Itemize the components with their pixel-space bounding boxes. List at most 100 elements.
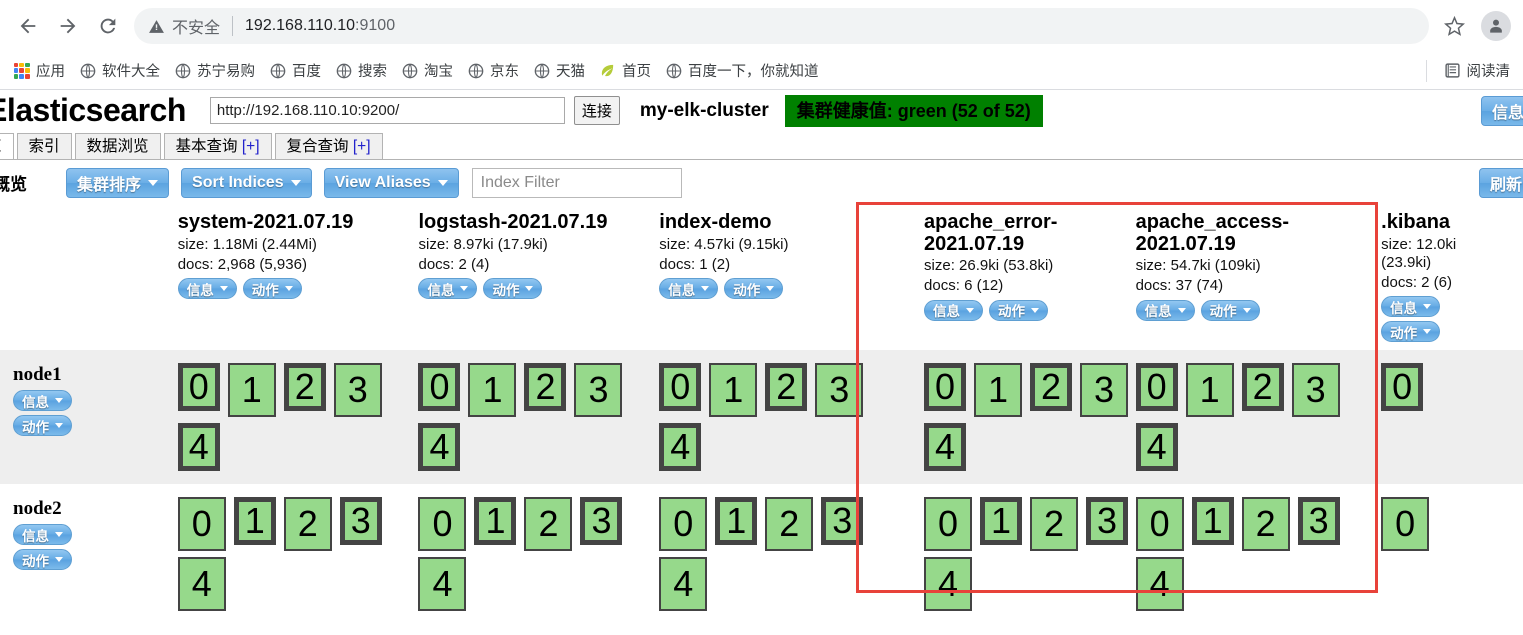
bookmark-item[interactable]: 京东	[460, 56, 526, 85]
index-docs: docs: 2,968 (5,936)	[177, 255, 307, 273]
shard-box[interactable]: 2	[1030, 497, 1079, 552]
bookmark-item[interactable]: 首页	[592, 56, 658, 85]
shard-box[interactable]: 0	[1135, 363, 1178, 412]
index-filter-input[interactable]	[471, 167, 682, 198]
shard-box[interactable]: 4	[1135, 557, 1184, 612]
reading-list-button[interactable]: 阅读清	[1437, 56, 1518, 85]
shard-box[interactable]: 2	[765, 497, 814, 552]
tab-indices[interactable]: 索引	[16, 133, 72, 159]
shard-box[interactable]: 4	[418, 423, 461, 472]
index-info-button[interactable]: 信息	[924, 299, 984, 321]
shard-box[interactable]: 3	[815, 363, 864, 418]
shard-box[interactable]: 3	[339, 497, 382, 546]
shard-box[interactable]: 2	[1241, 497, 1290, 552]
bookmark-item[interactable]: 百度一下，你就知道	[658, 56, 826, 85]
shard-box[interactable]: 0	[1381, 363, 1424, 412]
index-info-button[interactable]: 信息	[659, 278, 719, 300]
shard-box[interactable]: 1	[980, 497, 1023, 546]
shard-box[interactable]: 3	[1080, 363, 1129, 418]
shard-box[interactable]: 4	[659, 557, 708, 612]
address-bar[interactable]: 不安全 192.168.110.10:9100	[134, 8, 1429, 44]
index-action-button[interactable]: 动作	[1200, 299, 1260, 321]
shard-box[interactable]: 2	[283, 497, 332, 552]
tab-basic-query[interactable]: 基本查询 [+]	[163, 133, 272, 159]
reload-button[interactable]	[88, 6, 128, 46]
index-action-button[interactable]: 动作	[483, 278, 543, 300]
shard-box[interactable]: 2	[283, 363, 326, 412]
shard-box[interactable]: 1	[1191, 497, 1234, 546]
bookmark-item[interactable]: 天猫	[526, 56, 592, 85]
bookmark-item[interactable]: 苏宁易购	[167, 56, 262, 85]
shard-box[interactable]: 0	[1381, 497, 1430, 552]
tab-data-browse[interactable]: 数据浏览	[74, 133, 161, 159]
shard-box[interactable]: 1	[709, 363, 758, 418]
tab-overview[interactable]: 览	[0, 133, 14, 159]
tab-composite-query[interactable]: 复合查询 [+]	[274, 133, 383, 159]
shard-box[interactable]: 4	[177, 557, 226, 612]
refresh-button[interactable]: 刷新	[1478, 168, 1523, 198]
shard-box[interactable]: 0	[418, 363, 461, 412]
shard-box[interactable]: 1	[715, 497, 758, 546]
shard-box[interactable]: 0	[1135, 497, 1184, 552]
shard-box[interactable]: 3	[821, 497, 864, 546]
shard-box[interactable]: 4	[418, 557, 467, 612]
shard-box[interactable]: 3	[333, 363, 382, 418]
shard-box[interactable]: 0	[177, 497, 226, 552]
shard-box[interactable]: 0	[418, 497, 467, 552]
bookmark-item[interactable]: 淘宝	[394, 56, 460, 85]
shard-box[interactable]: 0	[659, 363, 702, 412]
index-info-button[interactable]: 信息	[1135, 299, 1195, 321]
index-info-button[interactable]: 信息	[177, 278, 237, 300]
bookmark-item[interactable]: 搜索	[328, 56, 394, 85]
shard-box[interactable]: 3	[1086, 497, 1129, 546]
view-aliases-button[interactable]: View Aliases	[323, 167, 459, 198]
bookmark-item[interactable]: 百度	[262, 56, 328, 85]
shard-box[interactable]: 1	[233, 497, 276, 546]
index-action-button[interactable]: 动作	[989, 299, 1049, 321]
shard-box[interactable]: 1	[974, 363, 1023, 418]
shard-box[interactable]: 2	[1241, 363, 1284, 412]
back-button[interactable]	[8, 6, 48, 46]
index-action-button[interactable]: 动作	[242, 278, 302, 300]
bookmark-apps[interactable]: 应用	[6, 56, 72, 85]
cluster-sort-button[interactable]: 集群排序	[66, 167, 170, 198]
shard-box[interactable]: 4	[177, 423, 220, 472]
shard-box[interactable]: 4	[924, 423, 967, 472]
bookmark-item[interactable]: 软件大全	[72, 56, 167, 85]
profile-button[interactable]	[1481, 11, 1511, 41]
shard-box[interactable]: 0	[177, 363, 220, 412]
shard-box[interactable]: 1	[1185, 363, 1234, 418]
shard-box[interactable]: 0	[924, 497, 973, 552]
sort-indices-button[interactable]: Sort Indices	[181, 167, 312, 198]
shard-box[interactable]: 1	[227, 363, 276, 418]
shard-box[interactable]: 1	[468, 363, 517, 418]
index-actions: 信息 动作	[924, 299, 1136, 321]
shard-box[interactable]: 4	[1135, 423, 1178, 472]
es-cluster-url-input[interactable]	[209, 97, 565, 124]
shard-box[interactable]: 2	[1030, 363, 1073, 412]
shard-box[interactable]: 3	[1291, 363, 1340, 418]
index-action-button[interactable]: 动作	[724, 278, 784, 300]
shard-box[interactable]: 3	[580, 497, 623, 546]
shard-box[interactable]: 2	[765, 363, 808, 412]
shard-box[interactable]: 1	[474, 497, 517, 546]
index-action-button[interactable]: 动作	[1381, 321, 1441, 343]
shard-box[interactable]: 0	[924, 363, 967, 412]
bookmark-button[interactable]	[1435, 7, 1473, 45]
node-action-button[interactable]: 动作	[13, 549, 72, 571]
shard-box[interactable]: 2	[524, 363, 567, 412]
forward-button[interactable]	[48, 6, 88, 46]
header-info-button[interactable]: 信息	[1480, 96, 1523, 126]
connect-button[interactable]: 连接	[573, 96, 620, 125]
shard-box[interactable]: 3	[574, 363, 623, 418]
shard-box[interactable]: 3	[1297, 497, 1340, 546]
shard-box[interactable]: 0	[659, 497, 708, 552]
index-info-button[interactable]: 信息	[1381, 296, 1441, 318]
shard-box[interactable]: 4	[659, 423, 702, 472]
node-info-button[interactable]: 信息	[13, 524, 72, 546]
shard-box[interactable]: 4	[924, 557, 973, 612]
node-action-button[interactable]: 动作	[13, 415, 72, 437]
index-info-button[interactable]: 信息	[418, 278, 478, 300]
node-info-button[interactable]: 信息	[13, 390, 72, 412]
shard-box[interactable]: 2	[524, 497, 573, 552]
